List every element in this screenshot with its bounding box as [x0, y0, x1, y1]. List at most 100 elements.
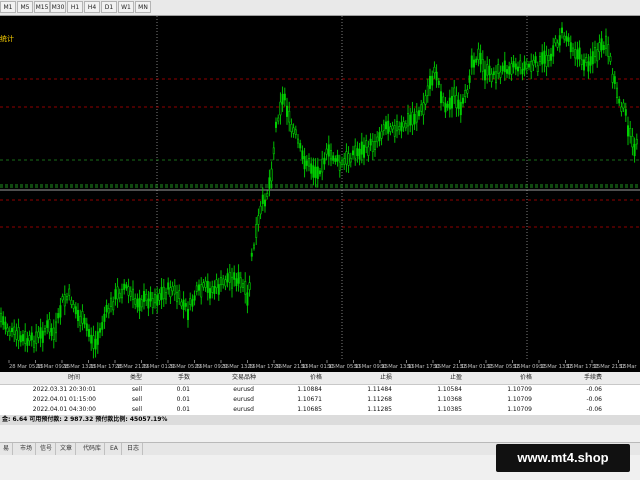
candle-body [358, 148, 361, 160]
candle-body [193, 295, 196, 301]
candle-body [343, 158, 346, 165]
candle-body [303, 156, 306, 170]
candle-body [387, 120, 390, 134]
candle-body [503, 60, 506, 73]
candle-body [283, 93, 286, 101]
candle-body [604, 35, 607, 49]
candle-body [417, 110, 420, 117]
candle-body [149, 291, 152, 302]
timeframe-m1[interactable]: M1 [0, 1, 16, 13]
tab-0[interactable]: 易 [0, 443, 14, 455]
candle-body [371, 141, 374, 153]
candle-body [123, 283, 126, 290]
candle-body [406, 113, 409, 127]
candle-body [571, 47, 574, 52]
tab-1[interactable]: 市场 [17, 443, 37, 455]
candle-body [101, 322, 104, 330]
tab-6[interactable]: 日志 [124, 443, 144, 455]
candle-body [442, 96, 445, 103]
chart-canvas: 28 Mar 05:1528 Mar 09:1528 Mar 13:1528 M… [0, 16, 640, 370]
candle-body [615, 87, 618, 98]
candle-body [598, 42, 601, 53]
candle-body [125, 284, 128, 289]
candle-body [486, 64, 489, 76]
candle-body [83, 317, 86, 325]
column-header[interactable]: 止盈 [402, 372, 462, 384]
column-header[interactable]: 止损 [332, 372, 392, 384]
column-header[interactable]: 交易品种 [196, 372, 256, 384]
tab-4[interactable]: 代码库 [80, 443, 106, 455]
candle-body [391, 125, 394, 130]
candle-body [549, 53, 552, 61]
candle-body [63, 294, 66, 307]
candle-body [569, 42, 572, 53]
watermark-logo: www.mt4.shop [496, 444, 630, 472]
candle-body [488, 65, 491, 76]
candle-body [596, 49, 599, 62]
timeframe-w1[interactable]: W1 [118, 1, 134, 13]
column-header[interactable]: 手数 [130, 372, 190, 384]
candle-body [398, 126, 401, 131]
timeframe-m5[interactable]: M5 [17, 1, 33, 13]
candle-body [235, 278, 238, 287]
candle-body [6, 327, 9, 332]
timeframe-m15[interactable]: M15 [34, 1, 50, 13]
candle-body [178, 290, 181, 299]
candle-body [547, 55, 550, 62]
order-tp: 1.10385 [437, 406, 462, 413]
candle-body [393, 125, 396, 137]
tab-3[interactable]: 文章 [57, 443, 77, 455]
tab-5[interactable]: EA [107, 443, 122, 455]
candle-body [464, 90, 467, 98]
price-chart[interactable]: 28 Mar 05:15 28 Mar 09:15 28 Mar 13:15 28 M… [0, 16, 640, 372]
candle-body [74, 306, 77, 315]
candle-body [68, 288, 71, 296]
candle-body [145, 293, 148, 302]
candle-body [514, 63, 517, 70]
candle-body [349, 157, 352, 163]
candle-body [521, 68, 524, 75]
candle-body [593, 47, 596, 58]
account-summary: 金: 6.64 可用预付款: 2 987.32 预付款比例: 45057.19% [0, 415, 640, 425]
candle-body [211, 286, 214, 293]
candle-body [266, 193, 269, 197]
candle-body [180, 301, 183, 307]
timeframe-d1[interactable]: D1 [101, 1, 117, 13]
candle-body [435, 71, 438, 81]
candle-body [318, 170, 321, 175]
candle-body [367, 146, 370, 156]
timeframe-mn[interactable]: MN [135, 1, 151, 13]
timeframe-h4[interactable]: H4 [84, 1, 100, 13]
candle-body [369, 138, 372, 146]
candle-body [400, 122, 403, 132]
time-label: 31 Mar [619, 364, 638, 370]
candle-body [365, 140, 368, 148]
candle-body [182, 299, 185, 310]
candle-body [439, 91, 442, 104]
candle-body [510, 63, 513, 75]
column-header[interactable]: 价格 [262, 372, 322, 384]
candle-body [72, 304, 75, 309]
candle-body [411, 111, 414, 126]
timeframe-m30[interactable]: M30 [50, 1, 66, 13]
candle-body [134, 298, 137, 305]
tab-2[interactable]: 信号 [37, 443, 57, 455]
candle-body [79, 315, 82, 326]
candle-body [21, 334, 24, 342]
candle-body [13, 326, 16, 335]
order-fee: -0.06 [586, 406, 602, 413]
column-header[interactable]: 手续费 [542, 372, 602, 384]
candle-body [508, 66, 511, 75]
timeframe-h1[interactable]: H1 [67, 1, 83, 13]
column-header[interactable]: 时间 [20, 372, 80, 384]
candle-body [48, 319, 51, 333]
candle-body [140, 299, 143, 308]
candle-body [222, 278, 225, 285]
candle-body [354, 145, 357, 159]
candle-body [11, 327, 14, 333]
column-header[interactable]: 价格 [472, 372, 532, 384]
candle-body [129, 290, 132, 297]
candle-body [635, 138, 638, 145]
candle-body [523, 61, 526, 71]
candle-body [165, 292, 168, 300]
